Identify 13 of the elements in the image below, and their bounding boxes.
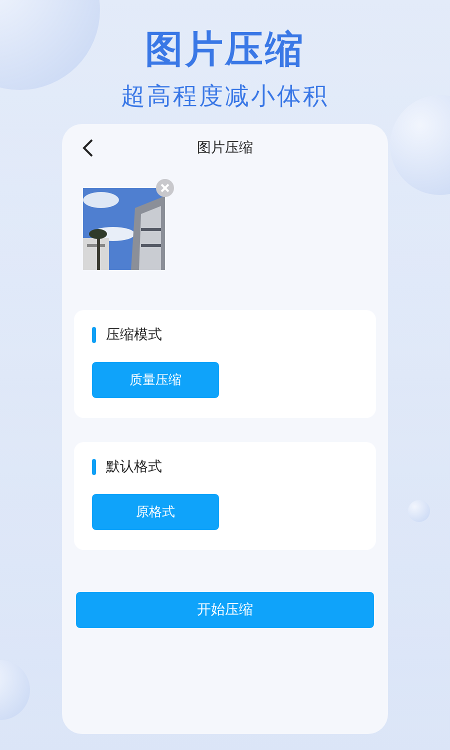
start-button[interactable]: 开始压缩 — [76, 592, 374, 628]
option-button[interactable]: 质量压缩 — [92, 362, 219, 398]
headline: 图片压缩 — [145, 26, 305, 72]
accent-bar — [92, 327, 96, 343]
screen-title: 图片压缩 — [197, 139, 253, 157]
section-title: 默认格式 — [106, 458, 162, 476]
close-icon[interactable] — [156, 179, 174, 197]
option-button[interactable]: 原格式 — [92, 494, 219, 530]
subheadline: 超高程度减小体积 — [121, 81, 329, 112]
accent-bar — [92, 459, 96, 475]
back-icon[interactable] — [82, 139, 94, 157]
section-title: 压缩模式 — [106, 326, 162, 344]
decorative-circle — [408, 500, 430, 522]
